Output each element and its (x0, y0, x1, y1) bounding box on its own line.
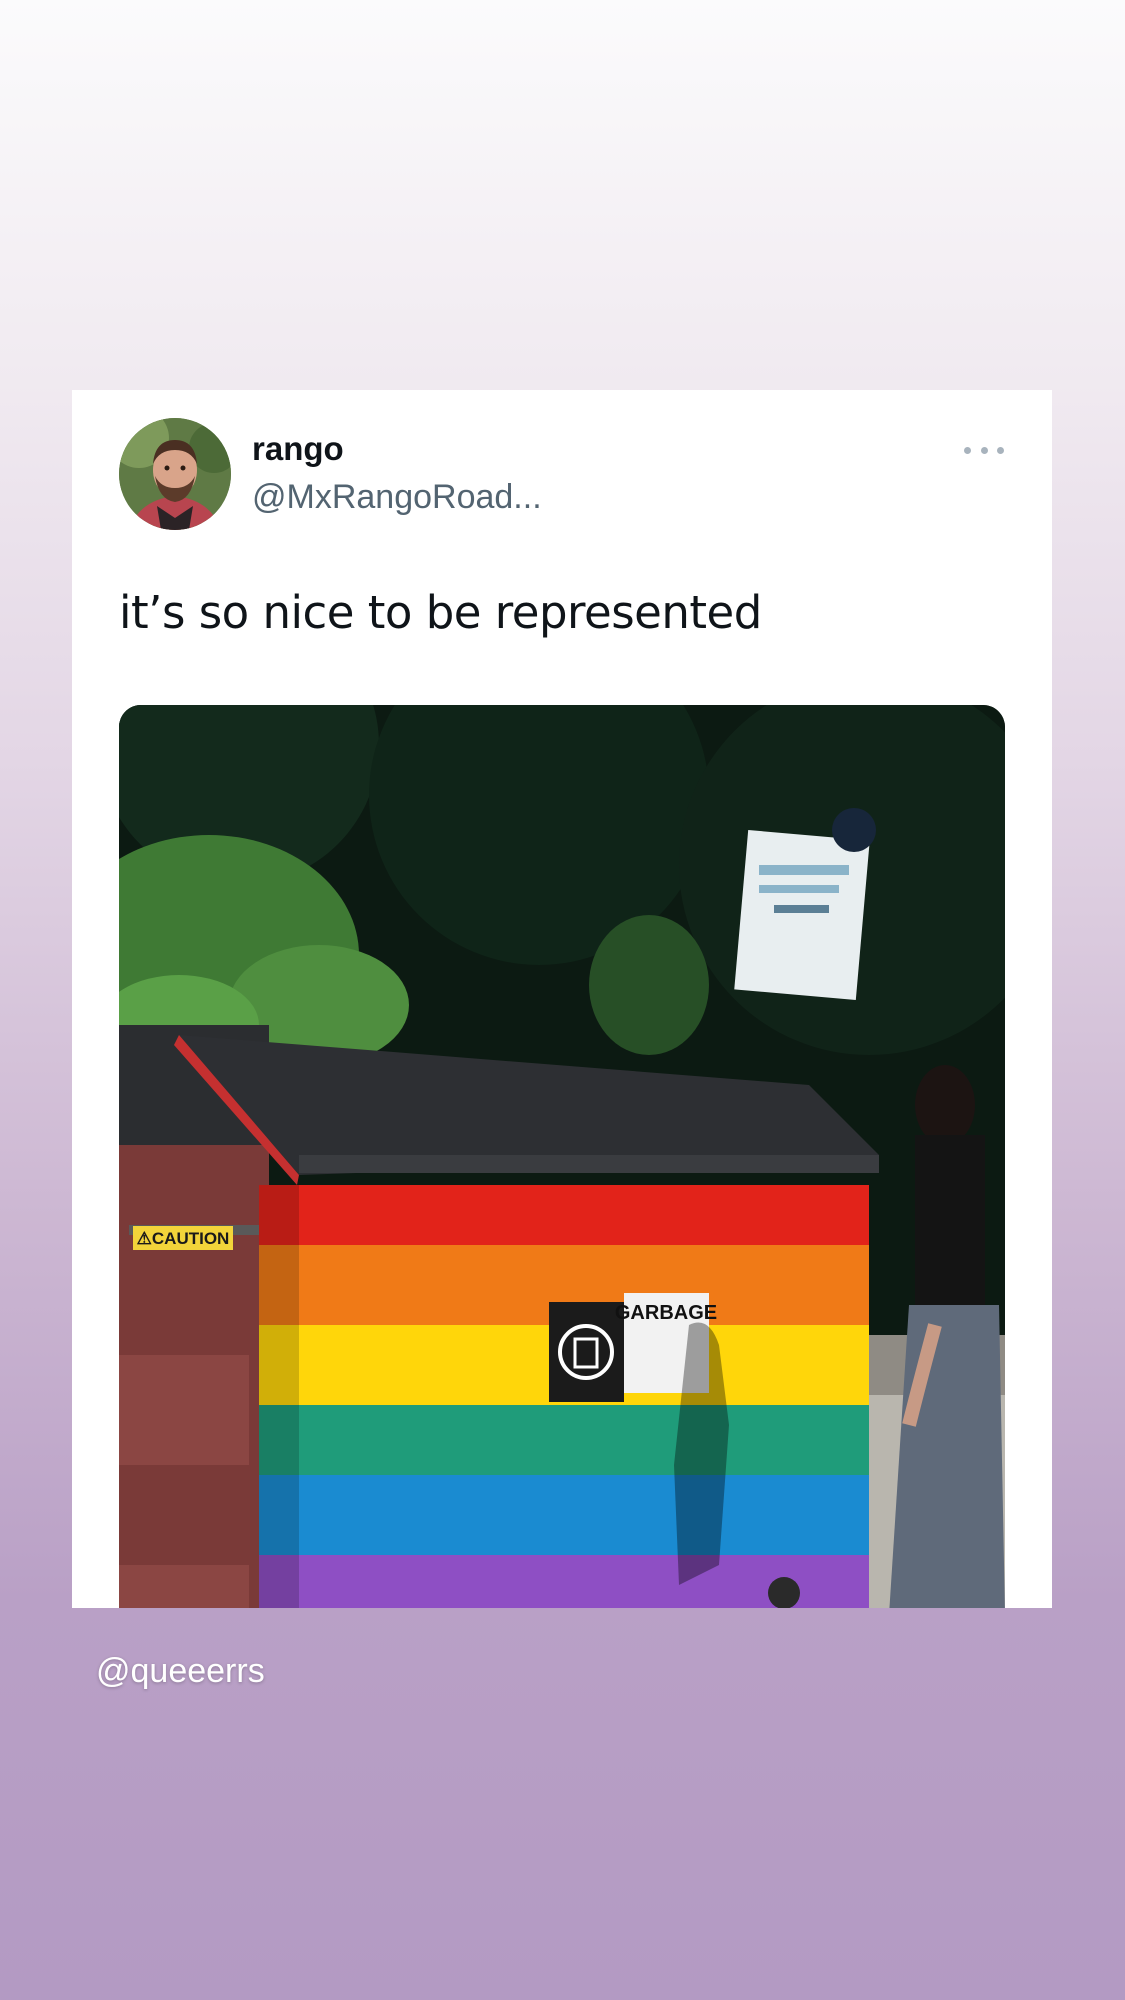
avatar[interactable] (119, 418, 231, 530)
story-credit[interactable]: @queeerrs (96, 1652, 265, 1691)
more-dots-icon[interactable] (964, 440, 1004, 460)
tweet-photo[interactable]: ⚠CAUTION GARBAGE (119, 705, 1005, 1608)
garbage-label: GARBAGE (615, 1302, 717, 1324)
tweet-card: rango @MxRangoRoad... it’s so nice to be… (72, 390, 1052, 1608)
tweet-text: it’s so nice to be represented (119, 586, 762, 639)
user-handle[interactable]: @MxRangoRoad... (252, 478, 542, 517)
display-name[interactable]: rango (252, 430, 344, 468)
caution-label: ⚠CAUTION (137, 1229, 230, 1248)
